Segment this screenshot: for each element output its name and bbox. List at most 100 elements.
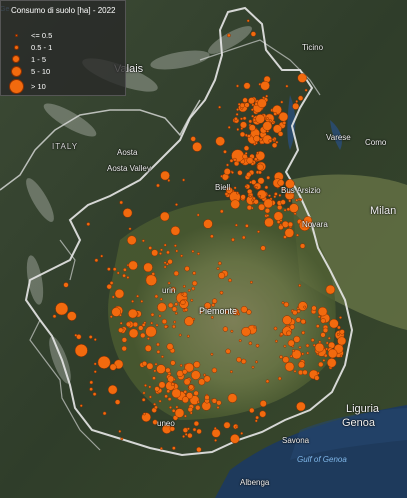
land-consumption-marker[interactable] xyxy=(196,400,200,404)
land-consumption-marker[interactable] xyxy=(322,358,326,362)
land-consumption-marker[interactable] xyxy=(246,157,254,165)
land-consumption-marker[interactable] xyxy=(322,327,329,333)
land-consumption-marker[interactable] xyxy=(210,315,214,319)
land-consumption-marker[interactable] xyxy=(246,204,253,211)
land-consumption-marker[interactable] xyxy=(183,390,188,394)
land-consumption-marker[interactable] xyxy=(316,371,320,375)
land-consumption-marker[interactable] xyxy=(183,414,187,418)
land-consumption-marker[interactable] xyxy=(244,133,248,137)
land-consumption-marker[interactable] xyxy=(146,362,154,370)
land-consumption-marker[interactable] xyxy=(180,299,186,306)
land-consumption-marker[interactable] xyxy=(236,191,239,195)
land-consumption-marker[interactable] xyxy=(292,349,295,353)
land-consumption-marker[interactable] xyxy=(264,208,271,214)
land-consumption-marker[interactable] xyxy=(254,185,258,189)
land-consumption-marker[interactable] xyxy=(187,432,193,439)
land-consumption-marker[interactable] xyxy=(111,295,115,299)
land-consumption-marker[interactable] xyxy=(67,311,77,321)
land-consumption-marker[interactable] xyxy=(175,405,179,409)
land-consumption-marker[interactable] xyxy=(311,305,317,311)
land-consumption-marker[interactable] xyxy=(254,141,258,145)
land-consumption-marker[interactable] xyxy=(254,102,259,107)
land-consumption-marker[interactable] xyxy=(271,142,278,148)
land-consumption-marker[interactable] xyxy=(242,116,247,121)
land-consumption-marker[interactable] xyxy=(160,170,170,181)
land-consumption-marker[interactable] xyxy=(145,274,157,286)
land-consumption-marker[interactable] xyxy=(295,198,299,202)
land-consumption-marker[interactable] xyxy=(119,321,123,325)
land-consumption-marker[interactable] xyxy=(257,189,267,200)
land-consumption-marker[interactable] xyxy=(167,397,172,401)
land-consumption-marker[interactable] xyxy=(237,102,241,106)
land-consumption-marker[interactable] xyxy=(249,407,255,414)
land-consumption-marker[interactable] xyxy=(249,280,253,284)
land-consumption-marker[interactable] xyxy=(277,204,283,211)
land-consumption-marker[interactable] xyxy=(119,200,124,205)
land-consumption-marker[interactable] xyxy=(282,121,287,125)
land-consumption-marker[interactable] xyxy=(128,328,139,339)
land-consumption-marker[interactable] xyxy=(219,209,224,214)
land-consumption-marker[interactable] xyxy=(79,404,83,408)
land-consumption-marker[interactable] xyxy=(219,290,224,295)
land-consumption-marker[interactable] xyxy=(227,33,231,38)
land-consumption-marker[interactable] xyxy=(171,388,182,399)
land-consumption-marker[interactable] xyxy=(273,112,278,116)
land-consumption-marker[interactable] xyxy=(166,389,171,394)
land-consumption-marker[interactable] xyxy=(239,102,245,109)
land-consumption-marker[interactable] xyxy=(339,329,345,335)
land-consumption-marker[interactable] xyxy=(163,265,167,269)
land-consumption-marker[interactable] xyxy=(171,306,178,312)
land-consumption-marker[interactable] xyxy=(246,19,250,23)
land-consumption-marker[interactable] xyxy=(166,343,174,351)
land-consumption-marker[interactable] xyxy=(106,284,112,290)
land-consumption-marker[interactable] xyxy=(223,421,231,429)
land-consumption-marker[interactable] xyxy=(268,139,273,143)
land-consumption-marker[interactable] xyxy=(118,429,122,433)
land-consumption-marker[interactable] xyxy=(259,400,267,408)
land-consumption-marker[interactable] xyxy=(318,361,324,368)
land-consumption-marker[interactable] xyxy=(126,276,130,279)
land-consumption-marker[interactable] xyxy=(299,198,303,202)
land-consumption-marker[interactable] xyxy=(154,405,158,410)
land-consumption-marker[interactable] xyxy=(255,360,258,364)
land-consumption-marker[interactable] xyxy=(287,221,294,228)
land-consumption-marker[interactable] xyxy=(163,261,167,265)
land-consumption-marker[interactable] xyxy=(181,396,189,404)
land-consumption-marker[interactable] xyxy=(141,397,146,402)
land-consumption-marker[interactable] xyxy=(293,212,297,216)
land-consumption-marker[interactable] xyxy=(265,379,270,384)
land-consumption-marker[interactable] xyxy=(167,179,171,182)
land-consumption-marker[interactable] xyxy=(233,186,237,190)
land-consumption-marker[interactable] xyxy=(211,298,218,304)
land-consumption-marker[interactable] xyxy=(93,338,97,342)
land-consumption-marker[interactable] xyxy=(298,284,302,287)
land-consumption-marker[interactable] xyxy=(295,100,299,103)
land-consumption-marker[interactable] xyxy=(155,323,159,327)
land-consumption-marker[interactable] xyxy=(266,214,270,218)
land-consumption-marker[interactable] xyxy=(173,320,177,324)
land-consumption-marker[interactable] xyxy=(255,415,259,420)
land-consumption-marker[interactable] xyxy=(248,119,253,124)
land-consumption-marker[interactable] xyxy=(190,298,194,302)
land-consumption-marker[interactable] xyxy=(92,392,97,396)
land-consumption-marker[interactable] xyxy=(196,428,202,435)
land-consumption-marker[interactable] xyxy=(154,362,158,366)
land-consumption-marker[interactable] xyxy=(74,333,78,337)
land-consumption-marker[interactable] xyxy=(240,431,244,435)
land-consumption-marker[interactable] xyxy=(265,94,269,98)
land-consumption-marker[interactable] xyxy=(192,142,202,152)
land-consumption-marker[interactable] xyxy=(174,302,179,307)
land-consumption-marker[interactable] xyxy=(211,428,221,438)
land-consumption-marker[interactable] xyxy=(136,294,140,298)
land-consumption-marker[interactable] xyxy=(293,369,297,373)
land-consumption-marker[interactable] xyxy=(159,252,162,256)
land-consumption-marker[interactable] xyxy=(234,223,238,227)
land-consumption-marker[interactable] xyxy=(144,344,152,352)
land-consumption-marker[interactable] xyxy=(187,406,193,413)
land-consumption-marker[interactable] xyxy=(325,341,329,345)
land-consumption-marker[interactable] xyxy=(182,435,186,438)
land-consumption-marker[interactable] xyxy=(314,342,325,353)
land-consumption-marker[interactable] xyxy=(120,437,124,441)
land-consumption-marker[interactable] xyxy=(138,325,144,331)
land-consumption-marker[interactable] xyxy=(191,249,195,253)
